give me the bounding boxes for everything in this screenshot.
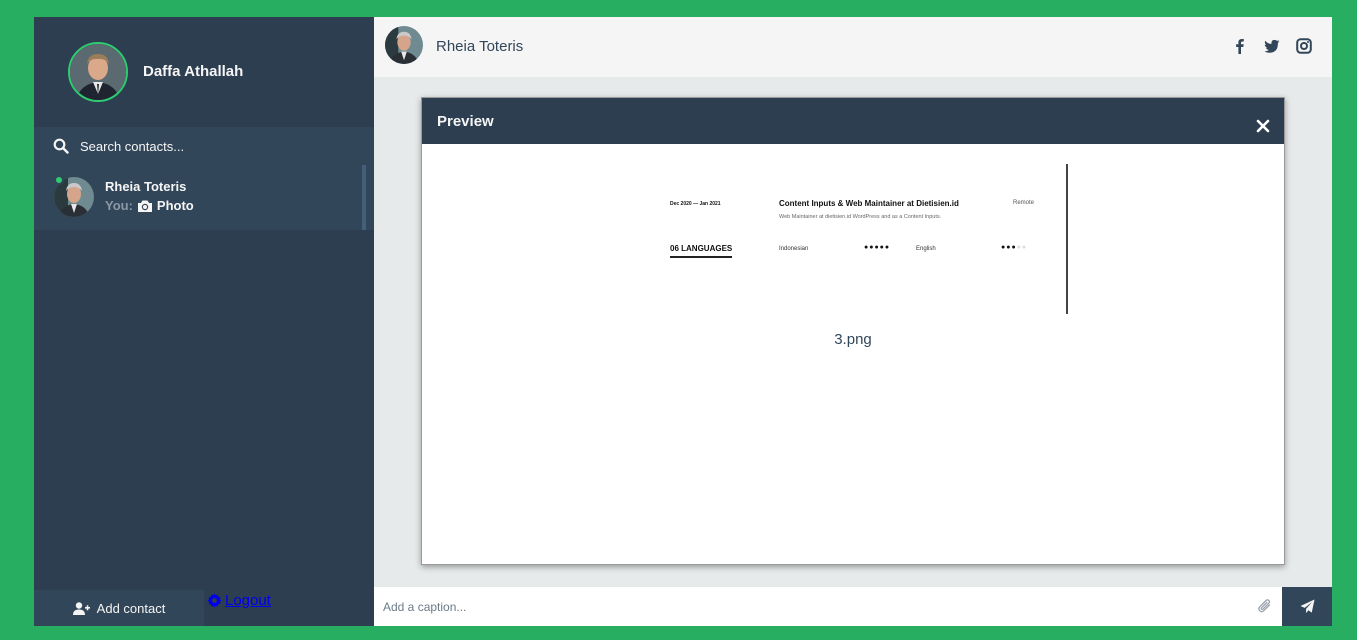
add-contact-label: Add contact xyxy=(96,600,166,616)
chat-content: Rheia Toteris Preview Dec 2020 — Jan 202… xyxy=(374,17,1332,626)
search-input[interactable]: Search contacts... xyxy=(80,139,184,154)
message-input-bar xyxy=(374,587,1332,626)
caption-input[interactable] xyxy=(374,587,1282,626)
search-bar[interactable]: Search contacts... xyxy=(34,127,374,165)
resume-description: Web Maintainer at dietisien.id WordPress… xyxy=(779,214,942,220)
camera-icon xyxy=(137,200,152,212)
messenger-app: Daffa Athallah Search contacts... Rheia … xyxy=(34,17,1332,626)
resume-job-title: Content Inputs & Web Maintainer at Dieti… xyxy=(779,199,959,208)
chat-header: Rheia Toteris xyxy=(374,17,1332,77)
sidebar-bottom-bar: Add contact Logout xyxy=(34,590,374,626)
image-preview: Dec 2020 — Jan 2021 Content Inputs & Web… xyxy=(640,164,1068,314)
modal-title: Preview xyxy=(437,113,494,130)
resume-language-2: English xyxy=(916,246,936,252)
resume-location: Remote xyxy=(1013,200,1035,206)
contact-last-message: You: Photo xyxy=(105,198,194,213)
contact-item-rheia-toteris[interactable]: Rheia Toteris You: Photo xyxy=(34,165,374,230)
resume-language-1-rating: ●●●●● xyxy=(864,244,891,251)
modal-header: Preview xyxy=(422,98,1284,144)
logout-label: Logout xyxy=(225,591,271,609)
resume-language-2-rating: ●●●●● xyxy=(1001,244,1028,251)
social-links xyxy=(1232,38,1312,54)
preview-text: Photo xyxy=(156,198,194,213)
avatar[interactable] xyxy=(68,42,128,102)
preview-modal: Preview Dec 2020 — Jan 2021 Content Inpu… xyxy=(421,97,1285,565)
sidebar: Daffa Athallah Search contacts... Rheia … xyxy=(34,17,374,626)
resume-section-heading: 06 LANGUAGES xyxy=(670,244,733,258)
preview-prefix: You: xyxy=(105,198,133,213)
scrollbar[interactable] xyxy=(362,165,366,230)
online-status-dot xyxy=(54,175,64,185)
chat-contact-name: Rheia Toteris xyxy=(436,38,524,55)
image-edge xyxy=(1066,164,1068,314)
gear-icon xyxy=(207,592,222,608)
paper-plane-icon xyxy=(1299,599,1315,614)
facebook-icon[interactable] xyxy=(1232,38,1248,54)
profile-name: Daffa Athallah xyxy=(143,63,244,80)
contact-name: Rheia Toteris xyxy=(105,179,187,194)
instagram-icon[interactable] xyxy=(1296,38,1312,54)
avatar xyxy=(385,26,423,64)
logout-link[interactable]: Logout xyxy=(207,590,271,610)
twitter-icon[interactable] xyxy=(1264,38,1280,54)
add-contact-button[interactable]: Add contact xyxy=(34,590,204,626)
resume-date-range: Dec 2020 — Jan 2021 xyxy=(670,201,721,207)
messages-area: Preview Dec 2020 — Jan 2021 Content Inpu… xyxy=(374,77,1332,587)
close-icon[interactable] xyxy=(1256,119,1270,133)
search-icon xyxy=(53,138,69,154)
file-name: 3.png xyxy=(834,331,872,348)
add-user-icon xyxy=(72,601,90,615)
contact-list: Rheia Toteris You: Photo xyxy=(34,165,374,610)
resume-language-1: Indonesian xyxy=(779,246,809,252)
send-button[interactable] xyxy=(1282,587,1332,626)
paperclip-icon[interactable] xyxy=(1257,597,1273,615)
user-profile: Daffa Athallah xyxy=(34,17,374,127)
